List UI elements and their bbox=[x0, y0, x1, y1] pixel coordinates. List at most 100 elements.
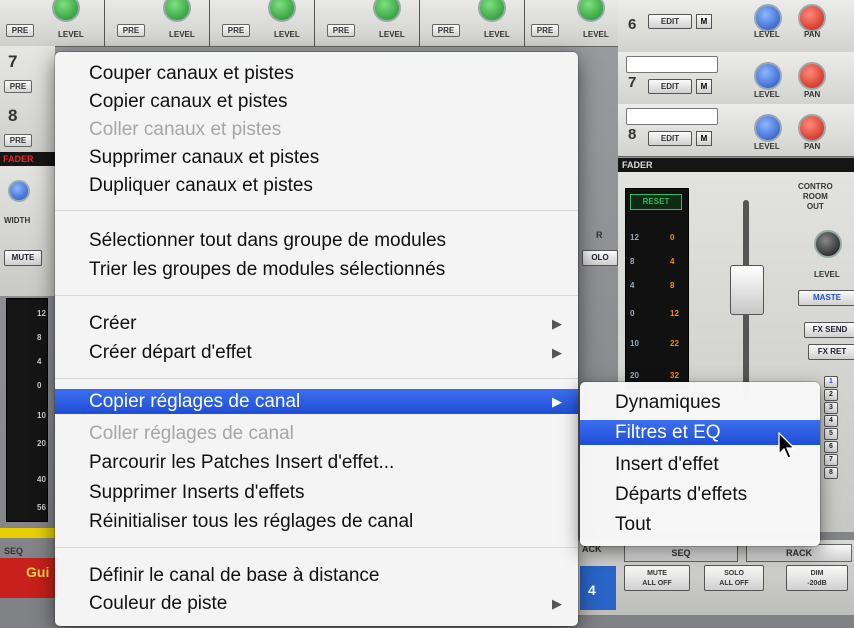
left-control-area: WIDTH MUTE bbox=[0, 166, 55, 296]
menu-item-track-color[interactable]: Couleur de piste ▶ bbox=[55, 591, 578, 616]
meter-tick: 10 bbox=[630, 339, 639, 348]
mute-button[interactable]: MUTE bbox=[4, 250, 42, 266]
button-line: SOLO bbox=[724, 570, 744, 577]
level-knob[interactable] bbox=[577, 0, 605, 22]
menu-item-label: Définir le canal de base à distance bbox=[89, 565, 380, 586]
pre-button[interactable]: PRE bbox=[432, 24, 460, 37]
master-meter: 12 8 4 0 10 20 0 4 8 12 22 32 bbox=[625, 188, 689, 390]
meter-tick: 8 bbox=[630, 257, 635, 266]
menu-item-cut-channels[interactable]: Couper canaux et pistes bbox=[55, 61, 578, 86]
bus-button[interactable]: 3 bbox=[824, 402, 838, 414]
pre-button[interactable]: PRE bbox=[222, 24, 250, 37]
width-knob[interactable] bbox=[8, 180, 30, 202]
edit-button[interactable]: EDIT bbox=[648, 14, 692, 29]
channel-number: 8 bbox=[8, 106, 18, 125]
menu-separator bbox=[55, 295, 578, 296]
bus-button[interactable]: 5 bbox=[824, 428, 838, 440]
meter-tick: 0 bbox=[630, 309, 635, 318]
level-knob[interactable] bbox=[754, 62, 782, 90]
pre-button[interactable]: PRE bbox=[327, 24, 355, 37]
mute-button[interactable]: M bbox=[696, 79, 712, 94]
fx-send-button[interactable]: FX SEND bbox=[804, 322, 854, 338]
level-knob[interactable] bbox=[478, 0, 506, 22]
menu-separator bbox=[55, 210, 578, 211]
rack-tab[interactable]: RACK bbox=[746, 544, 852, 562]
pan-knob[interactable] bbox=[798, 114, 826, 142]
menu-item-select-all-group[interactable]: Sélectionner tout dans groupe de modules bbox=[55, 228, 578, 253]
pan-knob[interactable] bbox=[798, 62, 826, 90]
menu-separator bbox=[55, 378, 578, 379]
menu-item-copy-channel-settings[interactable]: Copier réglages de canal ▶ bbox=[55, 389, 578, 414]
seq-tab[interactable]: SEQ bbox=[624, 544, 738, 562]
mute-button[interactable]: M bbox=[696, 131, 712, 146]
pre-button[interactable]: PRE bbox=[117, 24, 145, 37]
menu-item-delete-inserts[interactable]: Supprimer Inserts d'effets bbox=[55, 480, 578, 505]
reset-button[interactable]: RESET bbox=[630, 194, 682, 210]
master-button[interactable]: MASTE bbox=[798, 290, 854, 306]
dim-button[interactable]: DIM -20dB bbox=[786, 565, 848, 591]
pan-knob[interactable] bbox=[798, 4, 826, 32]
meter-tick: 8 bbox=[37, 333, 42, 342]
level-knob[interactable] bbox=[373, 0, 401, 22]
bus-button[interactable]: 4 bbox=[824, 415, 838, 427]
bus-button[interactable]: 8 bbox=[824, 467, 838, 479]
menu-item-sort-groups[interactable]: Trier les groupes de modules sélectionné… bbox=[55, 257, 578, 282]
menu-item-create-fx-send[interactable]: Créer départ d'effet ▶ bbox=[55, 340, 578, 365]
pre-button[interactable]: PRE bbox=[4, 134, 32, 147]
level-label: LEVEL bbox=[754, 30, 780, 39]
channel-name-field[interactable] bbox=[626, 56, 718, 73]
submenu-item-dynamics[interactable]: Dynamiques bbox=[580, 390, 820, 415]
submenu-arrow-icon: ▶ bbox=[552, 394, 562, 409]
meter-tick: 10 bbox=[37, 411, 46, 420]
menu-item-reset-channel-settings[interactable]: Réinitialiser tous les réglages de canal bbox=[55, 509, 578, 534]
menu-item-paste-channels: Coller canaux et pistes bbox=[55, 117, 578, 142]
button-line: MUTE bbox=[647, 570, 667, 577]
solo-button[interactable]: OLO bbox=[582, 250, 618, 266]
menu-item-label: Réinitialiser tous les réglages de canal bbox=[89, 511, 414, 532]
menu-item-copy-channels[interactable]: Copier canaux et pistes bbox=[55, 89, 578, 114]
level-knob[interactable] bbox=[52, 0, 80, 22]
channel-strip-top: PRE LEVEL bbox=[0, 0, 105, 47]
level-knob[interactable] bbox=[268, 0, 296, 22]
edit-button[interactable]: EDIT bbox=[648, 79, 692, 94]
menu-item-duplicate-channels[interactable]: Dupliquer canaux et pistes bbox=[55, 173, 578, 198]
menu-item-browse-insert-patches[interactable]: Parcourir les Patches Insert d'effet... bbox=[55, 450, 578, 475]
button-line: DIM bbox=[810, 570, 824, 577]
menu-item-create[interactable]: Créer ▶ bbox=[55, 311, 578, 336]
button-line: ALL OFF bbox=[642, 580, 672, 587]
level-meter: 12 8 4 0 10 20 40 56 bbox=[6, 298, 48, 522]
mute-all-off-button[interactable]: MUTE ALL OFF bbox=[624, 565, 690, 591]
channel-number: 8 bbox=[628, 126, 637, 143]
channel-strip-top: PRE LEVEL bbox=[525, 0, 619, 47]
pan-label: PAN bbox=[804, 90, 821, 99]
pre-button[interactable]: PRE bbox=[6, 24, 34, 37]
track-name-label[interactable]: Gui bbox=[0, 558, 55, 598]
master-fader-handle[interactable] bbox=[730, 265, 764, 315]
edit-button[interactable]: EDIT bbox=[648, 131, 692, 146]
control-room-level-knob[interactable] bbox=[814, 230, 842, 258]
menu-item-set-remote-base-channel[interactable]: Définir le canal de base à distance bbox=[55, 563, 578, 588]
pre-button[interactable]: PRE bbox=[4, 80, 32, 93]
submenu-item-all[interactable]: Tout bbox=[580, 512, 820, 537]
level-knob[interactable] bbox=[754, 114, 782, 142]
pre-button[interactable]: PRE bbox=[531, 24, 559, 37]
channel-name-field[interactable] bbox=[626, 108, 718, 125]
meter-tick: 56 bbox=[37, 503, 46, 512]
menu-item-label: Copier canaux et pistes bbox=[89, 91, 288, 112]
bus-button[interactable]: 1 bbox=[824, 376, 838, 388]
bus-button[interactable]: 7 bbox=[824, 454, 838, 466]
level-knob[interactable] bbox=[754, 4, 782, 32]
submenu-item-fx-sends[interactable]: Départs d'effets bbox=[580, 482, 820, 507]
bus-button[interactable]: 2 bbox=[824, 389, 838, 401]
level-label: LEVEL bbox=[274, 30, 300, 39]
menu-item-delete-channels[interactable]: Supprimer canaux et pistes bbox=[55, 145, 578, 170]
control-room-label: CONTRO ROOM OUT bbox=[798, 182, 833, 212]
control-room-line: OUT bbox=[806, 202, 824, 211]
solo-all-off-button[interactable]: SOLO ALL OFF bbox=[704, 565, 764, 591]
meter-tick: 0 bbox=[37, 381, 42, 390]
level-knob[interactable] bbox=[163, 0, 191, 22]
channel-number-tile[interactable]: 4 bbox=[580, 566, 616, 610]
fx-return-button[interactable]: FX RET bbox=[808, 344, 854, 360]
mute-button[interactable]: M bbox=[696, 14, 712, 29]
bus-button[interactable]: 6 bbox=[824, 441, 838, 453]
